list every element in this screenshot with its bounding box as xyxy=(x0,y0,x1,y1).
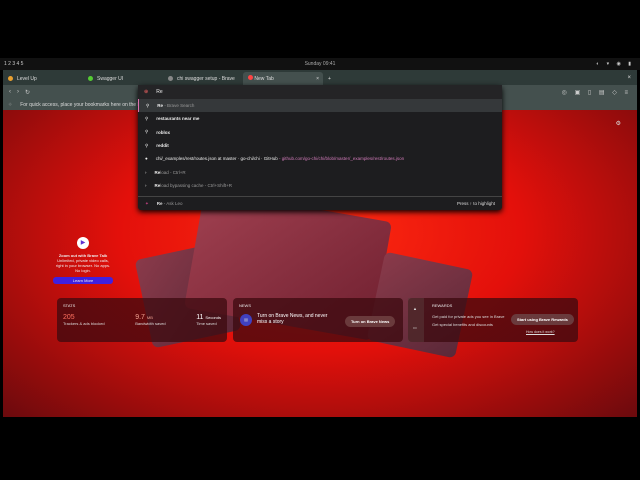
tray-icons[interactable]: ◐ ▾ ◉ ▮ xyxy=(596,61,634,67)
clock: Sunday 09:41 xyxy=(304,61,336,67)
leo-text: - Ask Leo xyxy=(162,201,183,206)
tab-label: Level Up xyxy=(17,75,37,82)
back-icon[interactable]: ‹ xyxy=(9,89,11,95)
suggestion-item[interactable]: › Reload bypassing cache - Ctrl+Shift+R xyxy=(138,179,502,192)
favicon-icon xyxy=(88,76,93,81)
trackers-count: 205 xyxy=(63,314,75,321)
bandwidth-value: 9.7 xyxy=(135,314,145,321)
tab-label: Swagger UI xyxy=(97,75,124,82)
suggestion-item[interactable]: ⚲ roblox xyxy=(138,126,502,139)
suggestion-item[interactable]: › Reload - Ctrl+R xyxy=(138,165,502,178)
time-label: Time saved xyxy=(196,321,217,326)
turn-on-news-button[interactable]: Turn on Brave News xyxy=(345,316,396,327)
bandwidth-unit: MB xyxy=(146,315,153,320)
address-bar[interactable]: ⊕ Re xyxy=(138,85,502,99)
suggestion-item[interactable]: ● chi/_examples/rest/routes.json at maste… xyxy=(138,152,502,165)
suggestion-item[interactable]: ⚲ restaurants near me xyxy=(138,112,502,125)
news-icon: ▤ xyxy=(240,314,252,326)
time-value: 11 xyxy=(196,314,204,321)
reload-icon[interactable]: ↻ xyxy=(25,89,30,96)
leo-icon: ✦ xyxy=(145,200,149,206)
tab-chi-swagger[interactable]: chi swagger setup - Brave xyxy=(163,72,243,85)
system-bar: 1 2 3 4 5 Sunday 09:41 ◐ ▾ ◉ ▮ xyxy=(0,58,640,70)
tab-new-tab[interactable]: New Tab × xyxy=(243,72,323,85)
start-rewards-button[interactable]: Start using Brave Rewards xyxy=(511,314,574,325)
suggestion-text: load - Ctrl+R xyxy=(160,169,186,175)
suggestion-item[interactable]: ⚲ reddit xyxy=(138,139,502,152)
omnibox-dropdown: ⊕ Re ⚲ Re - Brave Search ⚲ restaurants near… xyxy=(138,85,502,210)
how-it-works-link[interactable]: How does it work? xyxy=(526,330,555,334)
favicon-icon xyxy=(168,76,173,81)
workspaces[interactable]: 1 2 3 4 5 xyxy=(4,61,23,67)
news-title: NEWS xyxy=(239,303,251,308)
tab-label: New Tab xyxy=(254,76,274,82)
highlight-hint: Press ↑ to highlight xyxy=(456,201,495,206)
address-input[interactable]: Re xyxy=(156,89,162,95)
learn-more-button[interactable]: Learn More xyxy=(53,277,113,284)
new-tab-button[interactable]: + xyxy=(323,72,337,85)
search-icon: ⚲ xyxy=(146,102,150,108)
news-card: NEWS ▤ Turn on Brave News, and never mis… xyxy=(233,298,403,342)
tab-level-up[interactable]: Level Up xyxy=(3,72,83,85)
suggestion-text: load bypassing cache - Ctrl+Shift+R xyxy=(160,182,233,188)
close-window-icon[interactable]: × xyxy=(627,75,631,81)
trackers-label: Trackers & ads blocked xyxy=(63,321,105,326)
warning-icon[interactable]: ▲ xyxy=(413,306,419,311)
chevron-right-icon: › xyxy=(145,182,147,188)
github-icon: ● xyxy=(145,156,148,162)
forward-icon[interactable]: › xyxy=(17,89,19,95)
suggestion-match: reddit xyxy=(156,143,169,149)
tab-label: chi swagger setup - Brave xyxy=(177,75,235,82)
suggestion-title: chi/_examples/rest/routes.json at master… xyxy=(155,156,278,162)
wallet-icon[interactable]: ▭ xyxy=(413,325,419,330)
rewards-card: ▲ ▭ REWARDS Get paid for private ads you … xyxy=(408,298,578,342)
time-unit: Seconds xyxy=(205,315,221,320)
chevron-right-icon: › xyxy=(145,169,147,175)
stats-title: STATS xyxy=(63,303,76,308)
brave-shield-icon: ⊕ xyxy=(144,89,149,95)
bandwidth-label: Bandwidth saved xyxy=(135,321,166,326)
suggestion-item[interactable]: ⚲ Re - Brave Search xyxy=(138,99,502,113)
extension-icons[interactable]: ◎ ▣ ▯ ▤ ◇ ≡ xyxy=(562,89,631,96)
news-text: Turn on Brave News, and never miss a sto… xyxy=(257,313,328,325)
search-icon: ⚲ xyxy=(145,142,149,148)
brave-talk-widget: ▶ Zoom out with Brave Talk Unlimited, pr… xyxy=(50,237,116,284)
settings-icon[interactable]: ⚙ xyxy=(616,120,621,127)
apps-icon[interactable]: ⁘ xyxy=(8,102,12,108)
search-icon: ⚲ xyxy=(145,115,149,121)
stats-card: STATS 205 Trackers & ads blocked 9.7 MB Ba… xyxy=(57,298,227,342)
ask-leo-row[interactable]: ✦ Re - Ask Leo Press ↑ to highlight xyxy=(138,196,502,210)
tab-strip: Level Up Swagger UI chi swagger setup - … xyxy=(3,72,637,85)
search-icon: ⚲ xyxy=(145,129,149,135)
suggestion-url: - github.com/go-chi/chi/blob/master/_exa… xyxy=(277,156,405,162)
suggestion-match: roblox xyxy=(156,129,171,135)
suggestion-match: restaurants near me xyxy=(156,116,200,122)
favicon-icon xyxy=(8,76,13,81)
talk-body: Unlimited, private video calls, right in… xyxy=(55,258,111,273)
close-tab-icon[interactable]: × xyxy=(316,76,319,82)
rewards-title: REWARDS xyxy=(432,303,453,308)
video-icon: ▶ xyxy=(77,237,89,249)
tab-swagger[interactable]: Swagger UI xyxy=(83,72,163,85)
suggestion-text: - Brave Search xyxy=(163,103,195,109)
brave-icon xyxy=(248,75,253,80)
